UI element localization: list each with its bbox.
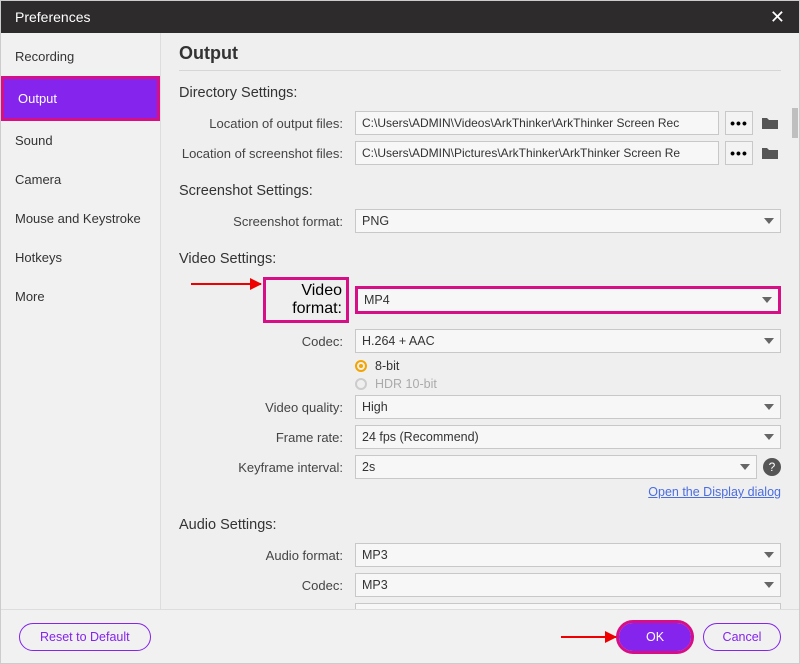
section-title-audio: Audio Settings:: [179, 517, 781, 533]
video-codec-select[interactable]: H.264 + AAC: [355, 329, 781, 353]
sidebar-item-mouse-keystroke[interactable]: Mouse and Keystroke: [1, 199, 160, 238]
main-panel: Output Directory Settings: Location of o…: [161, 33, 799, 609]
page-title: Output: [179, 43, 781, 71]
output-location-input[interactable]: C:\Users\ADMIN\Videos\ArkThinker\ArkThin…: [355, 111, 719, 135]
radio-8bit[interactable]: [355, 360, 367, 372]
screenshot-location-label: Location of screenshot files:: [179, 146, 349, 161]
browse-screenshot-button[interactable]: •••: [725, 141, 753, 165]
section-title-directory: Directory Settings:: [179, 85, 781, 101]
ok-button[interactable]: OK: [619, 623, 691, 651]
window-title: Preferences: [15, 9, 90, 25]
frame-rate-label: Frame rate:: [179, 430, 349, 445]
sidebar-item-recording[interactable]: Recording: [1, 37, 160, 76]
audio-format-label: Audio format:: [179, 548, 349, 563]
keyframe-label: Keyframe interval:: [179, 460, 349, 475]
audio-format-select[interactable]: MP3: [355, 543, 781, 567]
video-codec-label: Codec:: [179, 334, 349, 349]
output-location-label: Location of output files:: [179, 116, 349, 131]
scrollbar-thumb[interactable]: [792, 108, 798, 138]
screenshot-format-select[interactable]: PNG: [355, 209, 781, 233]
annotation-arrow-ok: [561, 636, 616, 638]
video-quality-select[interactable]: High: [355, 395, 781, 419]
frame-rate-select[interactable]: 24 fps (Recommend): [355, 425, 781, 449]
keyframe-select[interactable]: 2s: [355, 455, 757, 479]
open-screenshot-folder-icon[interactable]: [759, 141, 781, 165]
screenshot-location-input[interactable]: C:\Users\ADMIN\Pictures\ArkThinker\ArkTh…: [355, 141, 719, 165]
help-icon[interactable]: ?: [763, 458, 781, 476]
close-icon[interactable]: ✕: [770, 7, 785, 28]
section-audio: Audio Settings: Audio format: MP3 Codec:…: [179, 517, 781, 609]
video-format-label: Video format:: [263, 277, 349, 323]
radio-hdr-label: HDR 10-bit: [375, 377, 437, 391]
sidebar-item-more[interactable]: More: [1, 277, 160, 316]
video-format-select[interactable]: MP4: [355, 286, 781, 314]
sidebar-item-camera[interactable]: Camera: [1, 160, 160, 199]
video-quality-label: Video quality:: [179, 400, 349, 415]
sidebar: Recording Output Sound Camera Mouse and …: [1, 33, 161, 609]
audio-codec-label: Codec:: [179, 578, 349, 593]
audio-codec-select[interactable]: MP3: [355, 573, 781, 597]
radio-hdr[interactable]: [355, 378, 367, 390]
annotation-arrow-video: [191, 283, 261, 285]
cancel-button[interactable]: Cancel: [703, 623, 781, 651]
section-screenshot: Screenshot Settings: Screenshot format: …: [179, 183, 781, 233]
radio-8bit-label: 8-bit: [375, 359, 399, 373]
titlebar: Preferences ✕: [1, 1, 799, 33]
sidebar-item-output[interactable]: Output: [4, 79, 157, 118]
section-directory: Directory Settings: Location of output f…: [179, 85, 781, 165]
browse-output-button[interactable]: •••: [725, 111, 753, 135]
sidebar-item-sound[interactable]: Sound: [1, 121, 160, 160]
reset-default-button[interactable]: Reset to Default: [19, 623, 151, 651]
footer: Reset to Default OK Cancel: [1, 609, 799, 663]
section-video: Video Settings: Video format: MP4 Codec:…: [179, 251, 781, 499]
section-title-video: Video Settings:: [179, 251, 781, 267]
section-title-screenshot: Screenshot Settings:: [179, 183, 781, 199]
screenshot-format-label: Screenshot format:: [179, 214, 349, 229]
sidebar-item-hotkeys[interactable]: Hotkeys: [1, 238, 160, 277]
open-display-link[interactable]: Open the Display dialog: [648, 485, 781, 499]
open-output-folder-icon[interactable]: [759, 111, 781, 135]
